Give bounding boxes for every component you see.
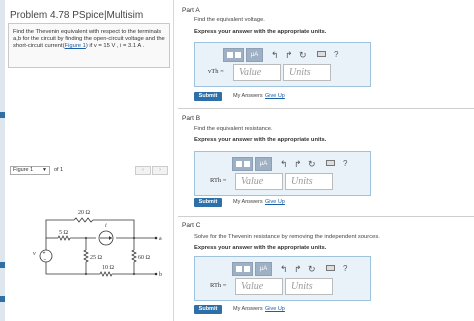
problem-statement: Find the Thevenin equivalent with respec… (8, 23, 170, 68)
units-template-button[interactable]: μA (255, 157, 272, 171)
help-button[interactable]: ? (334, 49, 338, 61)
part-c-instructions: Express your answer with the appropriate… (194, 245, 327, 251)
part-a-value-input[interactable]: Value (233, 64, 281, 81)
reset-icon[interactable]: ↻ (308, 263, 316, 275)
label-voltage-source: v (33, 251, 36, 257)
problem-title: Problem 4.78 PSpice|Multisim (10, 10, 144, 21)
part-b-value-input[interactable]: Value (235, 173, 283, 190)
next-figure-button[interactable]: › (152, 166, 168, 175)
part-a-submit-button[interactable]: Submit (194, 92, 222, 101)
fraction-template-button[interactable] (232, 262, 253, 276)
window-edge-strip (0, 0, 5, 321)
part-a-title: Part A (182, 7, 200, 14)
redo-icon[interactable]: ↱ (294, 263, 302, 275)
chevron-down-icon: ▼ (42, 167, 47, 173)
fraction-template-button[interactable] (223, 48, 244, 62)
part-b-answer-box: μA ↰ ↱ ↻ ? RTh = Value Units (194, 151, 371, 196)
part-b-units-input[interactable]: Units (285, 173, 333, 190)
fraction-template-button[interactable] (232, 157, 253, 171)
part-divider (178, 216, 474, 217)
label-node-a: a (159, 236, 162, 242)
redo-icon[interactable]: ↱ (285, 49, 293, 61)
part-divider (178, 108, 474, 109)
part-b-prompt: Find the equivalent resistance. (194, 126, 273, 132)
svg-text:+: + (43, 251, 46, 257)
part-c-units-input[interactable]: Units (285, 278, 333, 295)
help-button[interactable]: ? (343, 263, 347, 275)
part-b-variable: RTh = (210, 177, 227, 184)
part-c-prompt: Solve for the Thevenin resistance by rem… (194, 234, 380, 240)
figure-count: of 1 (54, 167, 64, 173)
label-r-left: 5 Ω (59, 230, 69, 236)
label-node-b: b (159, 272, 162, 278)
keyboard-icon[interactable] (326, 160, 335, 166)
label-r-bottom: 10 Ω (102, 265, 115, 271)
part-a-units-input[interactable]: Units (283, 64, 331, 81)
label-r-top: 20 Ω (78, 210, 91, 216)
figure-select[interactable]: Figure 1 ▼ (10, 166, 50, 175)
part-b-title: Part B (182, 115, 201, 122)
part-c-my-answers-link[interactable]: My Answers (233, 306, 263, 312)
part-a-give-up-link[interactable]: Give Up (265, 93, 285, 99)
help-button[interactable]: ? (343, 158, 347, 170)
label-current-source: i (105, 223, 107, 229)
problem-panel: Problem 4.78 PSpice|Multisim Find the Th… (6, 0, 174, 321)
part-a-instructions: Express your answer with the appropriate… (194, 29, 327, 35)
part-b-give-up-link[interactable]: Give Up (265, 199, 285, 205)
figure-select-value: Figure 1 (13, 167, 34, 173)
undo-icon[interactable]: ↰ (280, 263, 288, 275)
reset-icon[interactable]: ↻ (308, 158, 316, 170)
part-c-answer-box: μA ↰ ↱ ↻ ? RTh = Value Units (194, 256, 371, 301)
reset-icon[interactable]: ↻ (299, 49, 307, 61)
part-c-submit-button[interactable]: Submit (194, 305, 222, 314)
units-template-button[interactable]: μA (255, 262, 272, 276)
figure-link[interactable]: Figure 1 (65, 43, 86, 49)
keyboard-icon[interactable] (326, 265, 335, 271)
part-a-my-answers-link[interactable]: My Answers (233, 93, 263, 99)
label-r-right: 60 Ω (138, 255, 151, 261)
undo-icon[interactable]: ↰ (271, 49, 279, 61)
label-r-mid: 25 Ω (90, 255, 103, 261)
part-a-answer-box: μA ↰ ↱ ↻ ? vTh = Value Units (194, 42, 371, 87)
part-c-value-input[interactable]: Value (235, 278, 283, 295)
part-c-give-up-link[interactable]: Give Up (265, 306, 285, 312)
circuit-diagram: + − 20 Ω 5 Ω 25 Ω 60 Ω 10 Ω i v a b (33, 210, 162, 278)
part-b-instructions: Express your answer with the appropriate… (194, 137, 327, 143)
part-b-my-answers-link[interactable]: My Answers (233, 199, 263, 205)
problem-text-end: ) if v = 15 V , i = 3.1 A . (85, 43, 145, 49)
figure-navigation: Figure 1 ▼ of 1 ‹ › (10, 166, 170, 175)
part-a-variable: vTh = (208, 68, 224, 75)
part-b-submit-button[interactable]: Submit (194, 198, 222, 207)
prev-figure-button[interactable]: ‹ (135, 166, 151, 175)
redo-icon[interactable]: ↱ (294, 158, 302, 170)
undo-icon[interactable]: ↰ (280, 158, 288, 170)
part-a-prompt: Find the equivalent voltage. (194, 17, 265, 23)
keyboard-icon[interactable] (317, 51, 326, 57)
svg-text:−: − (44, 257, 47, 263)
part-c-title: Part C (182, 222, 201, 229)
part-c-variable: RTh = (210, 282, 227, 289)
units-template-button[interactable]: μA (246, 48, 263, 62)
